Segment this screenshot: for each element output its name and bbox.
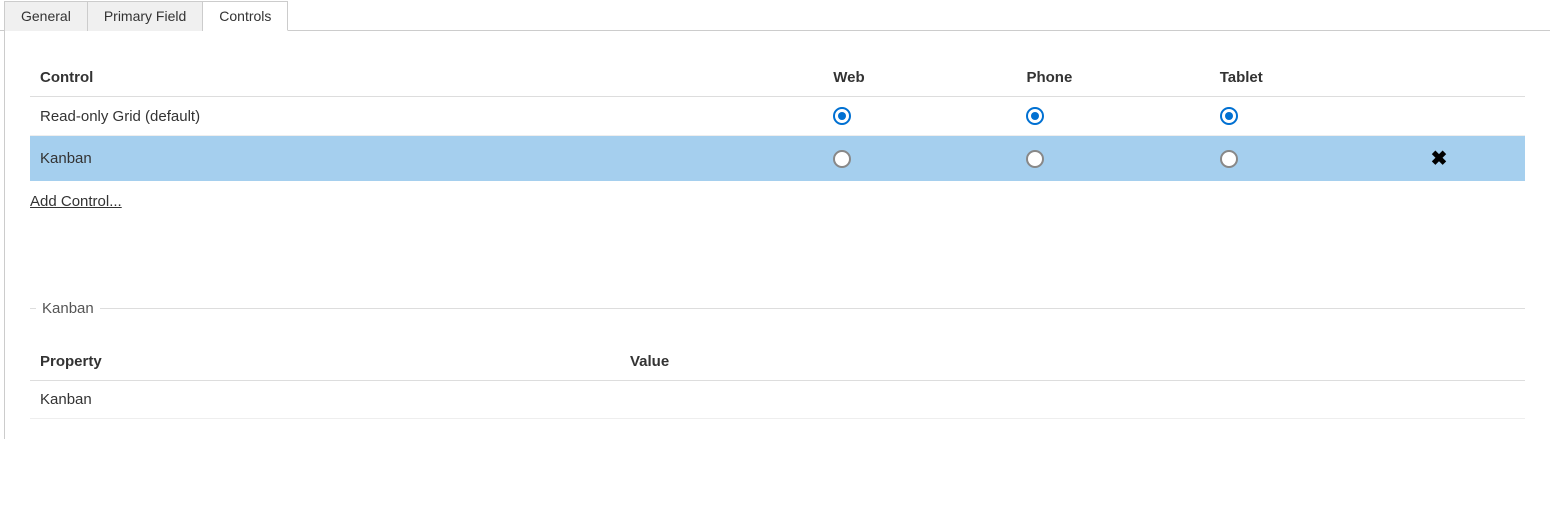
header-action: [1403, 61, 1525, 97]
header-phone: Phone: [1016, 61, 1209, 97]
property-value: [620, 381, 1525, 419]
table-row[interactable]: Read-only Grid (default): [30, 97, 1525, 136]
table-row[interactable]: Kanban ✖: [30, 136, 1525, 182]
radio-phone[interactable]: [1026, 107, 1044, 125]
tab-controls[interactable]: Controls: [203, 1, 288, 31]
table-row[interactable]: Kanban: [30, 381, 1525, 419]
tab-primary-field[interactable]: Primary Field: [88, 1, 203, 31]
header-web: Web: [823, 61, 1016, 97]
close-icon[interactable]: ✖: [1413, 146, 1465, 171]
control-name: Read-only Grid (default): [30, 97, 823, 136]
radio-web[interactable]: [833, 150, 851, 168]
header-tablet: Tablet: [1210, 61, 1403, 97]
controls-table: Control Web Phone Tablet Read-only Grid …: [30, 61, 1525, 181]
details-fieldset: Kanban Property Value Kanban: [30, 300, 1525, 419]
details-legend: Kanban: [36, 300, 100, 317]
radio-tablet[interactable]: [1220, 107, 1238, 125]
tab-content: Control Web Phone Tablet Read-only Grid …: [4, 31, 1550, 439]
tab-bar: General Primary Field Controls: [0, 0, 1550, 31]
radio-tablet[interactable]: [1220, 150, 1238, 168]
property-name: Kanban: [30, 381, 620, 419]
control-name: Kanban: [30, 136, 823, 182]
header-value: Value: [620, 345, 1525, 381]
header-property: Property: [30, 345, 620, 381]
radio-web[interactable]: [833, 107, 851, 125]
add-control-link[interactable]: Add Control...: [30, 193, 122, 210]
radio-phone[interactable]: [1026, 150, 1044, 168]
tab-general[interactable]: General: [4, 1, 88, 31]
header-control: Control: [30, 61, 823, 97]
properties-table: Property Value Kanban: [30, 345, 1525, 419]
